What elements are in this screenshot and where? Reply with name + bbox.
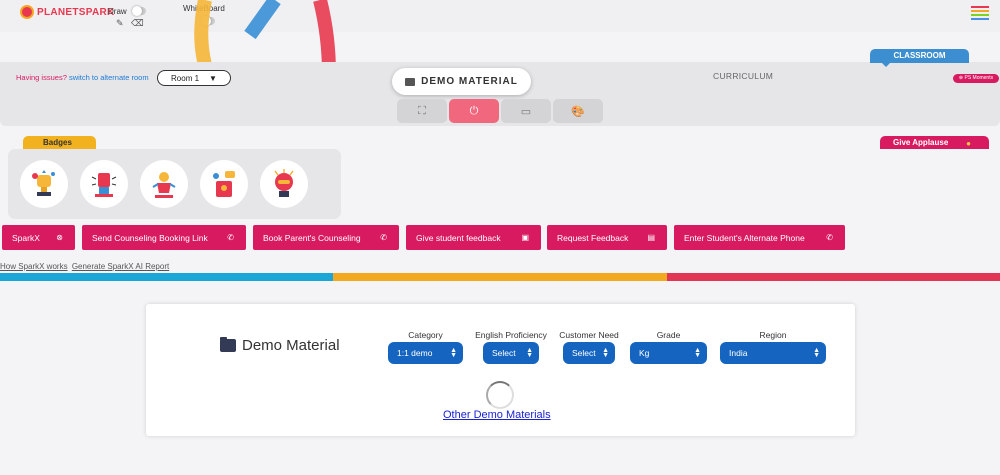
badges-tab: Badges bbox=[23, 136, 96, 153]
category-select[interactable]: 1:1 demo ▲ ▼ bbox=[388, 342, 463, 364]
issue-notice: Having issues? switch to alternate room bbox=[16, 73, 149, 82]
trophy-badge-icon[interactable] bbox=[20, 160, 68, 208]
loading-spinner-icon bbox=[486, 381, 514, 409]
region-label: Region bbox=[759, 330, 787, 340]
sparkx-button[interactable]: SparkX ⊗ bbox=[2, 225, 75, 250]
draw-label: Draw bbox=[108, 7, 127, 16]
thinker-badge-icon[interactable] bbox=[260, 160, 308, 208]
document-icon: ▤ bbox=[647, 233, 655, 242]
enter-alternate-phone-label: Enter Student's Alternate Phone bbox=[684, 232, 805, 243]
issue-text: Having issues? bbox=[16, 73, 67, 82]
logo-text: PLANETSPARK bbox=[37, 6, 115, 18]
customer-need-select[interactable]: Select ▲ ▼ bbox=[563, 342, 615, 364]
top-bar bbox=[0, 0, 1000, 32]
send-counseling-label: Send Counseling Booking Link bbox=[92, 232, 208, 243]
other-demo-materials-link[interactable]: Other Demo Materials bbox=[443, 409, 551, 421]
book-parent-counseling-label: Book Parent's Counseling bbox=[263, 232, 361, 243]
folder-icon bbox=[405, 77, 416, 86]
ps-moments-label: PS Moments bbox=[964, 75, 994, 81]
palette-icon: 🎨 bbox=[571, 105, 585, 118]
clapping-hands-icon: ● bbox=[966, 139, 971, 148]
generate-report-link[interactable]: Generate SparkX AI Report bbox=[72, 262, 169, 271]
curriculum-tab[interactable]: CURRICULUM bbox=[713, 71, 773, 81]
eraser-icon[interactable]: ⌫ bbox=[131, 18, 144, 29]
region-select[interactable]: India ▲ ▼ bbox=[720, 342, 826, 364]
fullscreen-icon: ⛶ bbox=[418, 104, 426, 117]
screen-icon: ▭ bbox=[520, 105, 532, 118]
palette-button[interactable]: 🎨 bbox=[553, 99, 603, 123]
pencil-icon[interactable]: ✎ bbox=[116, 18, 124, 29]
folder-icon bbox=[220, 337, 236, 352]
phone-icon: ✆ bbox=[380, 233, 387, 242]
phone-icon: ✆ bbox=[826, 233, 833, 242]
power-icon: ⏻ bbox=[469, 104, 479, 117]
request-feedback-label: Request Feedback bbox=[557, 232, 629, 243]
grade-value: Kg bbox=[639, 348, 650, 358]
give-applause-label: Give Applause bbox=[893, 138, 949, 147]
give-student-feedback-label: Give student feedback bbox=[416, 232, 501, 243]
room-select[interactable]: Room 1 ▼ bbox=[157, 70, 231, 86]
classroom-tab[interactable]: CLASSROOM bbox=[870, 49, 969, 67]
english-proficiency-select[interactable]: Select ▲ ▼ bbox=[483, 342, 539, 364]
sort-arrows-icon: ▲ ▼ bbox=[602, 347, 609, 359]
sparkx-label: SparkX bbox=[12, 232, 40, 243]
room-select-value: Room 1 bbox=[171, 73, 200, 83]
region-value: India bbox=[729, 348, 748, 358]
fist-badge-icon[interactable] bbox=[80, 160, 128, 208]
demo-material-label: DEMO MATERIAL bbox=[421, 76, 518, 87]
superhero-badge-icon[interactable] bbox=[140, 160, 188, 208]
give-applause-button[interactable]: Give Applause ● bbox=[880, 136, 989, 149]
english-proficiency-value: Select bbox=[492, 348, 516, 358]
enter-alternate-phone-button[interactable]: Enter Student's Alternate Phone ✆ bbox=[674, 225, 845, 250]
customer-need-label: Customer Need bbox=[559, 330, 619, 340]
category-value: 1:1 demo bbox=[397, 348, 433, 358]
draw-toggle[interactable] bbox=[132, 6, 146, 16]
book-parent-counseling-button[interactable]: Book Parent's Counseling ✆ bbox=[253, 225, 399, 250]
demo-material-button[interactable]: DEMO MATERIAL bbox=[392, 68, 531, 95]
customer-need-value: Select bbox=[572, 348, 596, 358]
close-circle-icon: ⊗ bbox=[56, 233, 63, 242]
feedback-icon: ▣ bbox=[521, 233, 529, 242]
idea-badge-icon[interactable] bbox=[200, 160, 248, 208]
phone-icon: ✆ bbox=[227, 233, 234, 242]
ps-moments-button[interactable]: ⊕ PS Moments bbox=[953, 74, 999, 83]
sort-arrows-icon: ▲ ▼ bbox=[450, 347, 457, 359]
sort-arrows-icon: ▲ ▼ bbox=[526, 347, 533, 359]
demo-material-title: Demo Material bbox=[242, 337, 340, 354]
grade-label: Grade bbox=[656, 330, 681, 340]
screen-share-button[interactable]: ▭ bbox=[501, 99, 551, 123]
english-proficiency-label: English Proficiency bbox=[475, 330, 547, 340]
request-feedback-button[interactable]: Request Feedback ▤ bbox=[547, 225, 667, 250]
color-stripe-red bbox=[667, 273, 1000, 281]
grade-select[interactable]: Kg ▲ ▼ bbox=[630, 342, 707, 364]
power-button[interactable]: ⏻ bbox=[449, 99, 499, 123]
fullscreen-button[interactable]: ⛶ bbox=[397, 99, 447, 123]
color-stripe-yellow bbox=[333, 273, 667, 281]
sort-arrows-icon: ▲ ▼ bbox=[813, 347, 820, 359]
sort-arrows-icon: ▲ ▼ bbox=[694, 347, 701, 359]
how-sparkx-works-link[interactable]: How SparkX works bbox=[0, 262, 68, 271]
sparkx-links: How SparkX works Generate SparkX AI Repo… bbox=[0, 262, 171, 271]
color-stripe-blue bbox=[0, 273, 333, 281]
send-counseling-link-button[interactable]: Send Counseling Booking Link ✆ bbox=[82, 225, 246, 250]
switch-room-link[interactable]: switch to alternate room bbox=[69, 73, 149, 82]
demo-material-heading: Demo Material bbox=[220, 337, 340, 354]
category-label: Category bbox=[408, 330, 443, 340]
caret-down-icon: ▼ bbox=[209, 73, 217, 83]
logo-mark-icon bbox=[20, 5, 34, 19]
give-student-feedback-button[interactable]: Give student feedback ▣ bbox=[406, 225, 541, 250]
planetspark-logo[interactable]: PLANETSPARK bbox=[20, 5, 115, 19]
hamburger-menu-icon[interactable] bbox=[971, 6, 989, 22]
